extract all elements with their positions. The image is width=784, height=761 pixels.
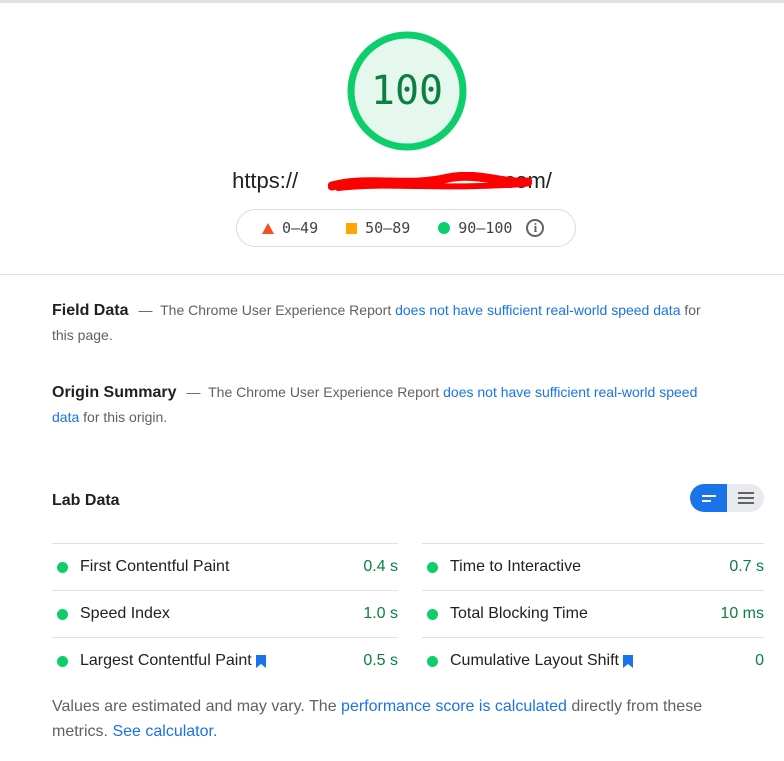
field-data-text: The Chrome User Experience Report <box>160 302 392 318</box>
lab-data-footer: Values are estimated and may vary. The p… <box>52 694 732 744</box>
metric-value: 0.4 s <box>363 558 398 575</box>
field-data-dash: — <box>138 302 153 318</box>
origin-summary-text: The Chrome User Experience Report <box>208 384 440 400</box>
metric-value: 0.5 s <box>363 652 398 669</box>
metric-label: First Contentful Paint <box>80 558 229 576</box>
bookmark-icon[interactable] <box>255 654 266 668</box>
metric-largest-contentful-paint: Largest Contentful Paint 0.5 s <box>52 637 398 684</box>
metric-label: Cumulative Layout Shift <box>450 652 633 670</box>
see-calculator-link[interactable]: See calculator. <box>112 723 217 740</box>
compact-view-button[interactable] <box>690 484 727 512</box>
score-calculation-link[interactable]: performance score is calculated <box>341 698 567 715</box>
metric-label-text: First Contentful Paint <box>80 558 230 575</box>
pass-dot-icon <box>57 608 68 620</box>
info-icon[interactable]: i <box>526 219 545 237</box>
metric-speed-index: Speed Index 1.0 s <box>52 590 398 637</box>
origin-summary-text-after: for this origin. <box>83 409 168 425</box>
expanded-view-button[interactable] <box>727 484 764 512</box>
metric-label: Largest Contentful Paint <box>80 652 266 670</box>
redaction-scribble <box>328 172 532 191</box>
origin-summary-title: Origin Summary <box>52 384 177 401</box>
lab-data-title: Lab Data <box>52 492 120 509</box>
metric-cumulative-layout-shift: Cumulative Layout Shift 0 <box>422 637 764 684</box>
pass-dot-icon <box>57 561 68 573</box>
metric-label-text: Speed Index <box>80 605 170 622</box>
metrics-view-toggle[interactable] <box>690 484 764 512</box>
average-square-icon <box>346 222 358 234</box>
legend-average-label: 50–89 <box>365 219 411 237</box>
metric-label: Total Blocking Time <box>450 605 588 623</box>
score-legend: 0–49 50–89 90–100 i <box>236 209 576 247</box>
pass-dot-icon <box>427 561 438 573</box>
field-data-section: Field Data — The Chrome User Experience R… <box>52 298 712 348</box>
pass-circle-icon <box>438 222 451 234</box>
metric-first-contentful-paint: First Contentful Paint 0.4 s <box>52 543 398 590</box>
metric-value: 0.7 s <box>729 558 764 575</box>
footer-text-1: Values are estimated and may vary. The <box>52 698 337 715</box>
performance-score: 100 <box>370 68 444 114</box>
field-data-title: Field Data <box>52 302 129 319</box>
legend-pass: 90–100 <box>438 219 512 237</box>
section-divider <box>0 274 784 275</box>
top-border <box>0 0 784 3</box>
pass-dot-icon <box>57 655 68 667</box>
metric-value: 0 <box>755 652 764 669</box>
metric-label-text: Time to Interactive <box>450 558 582 575</box>
legend-fail-label: 0–49 <box>282 219 319 237</box>
field-data-link[interactable]: does not have sufficient real-world spee… <box>395 302 680 318</box>
metric-time-to-interactive: Time to Interactive 0.7 s <box>422 543 764 590</box>
origin-summary-dash: — <box>186 384 201 400</box>
pass-dot-icon <box>427 608 438 620</box>
metric-label: Time to Interactive <box>450 558 581 576</box>
metric-label-text: Largest Contentful Paint <box>80 652 252 669</box>
url-prefix: https:// <box>232 168 299 193</box>
legend-fail: 0–49 <box>262 219 318 237</box>
metric-value: 1.0 s <box>363 605 398 622</box>
bookmark-icon[interactable] <box>622 654 633 668</box>
metric-value: 10 ms <box>720 605 764 622</box>
pass-dot-icon <box>427 655 438 667</box>
legend-pass-label: 90–100 <box>458 219 513 237</box>
metric-label-text: Total Blocking Time <box>450 605 588 622</box>
fail-triangle-icon <box>262 222 274 234</box>
metric-total-blocking-time: Total Blocking Time 10 ms <box>422 590 764 637</box>
metric-label-text: Cumulative Layout Shift <box>450 652 619 669</box>
metric-label: Speed Index <box>80 605 170 623</box>
legend-average: 50–89 <box>346 219 410 237</box>
origin-summary-section: Origin Summary — The Chrome User Experien… <box>52 380 712 430</box>
